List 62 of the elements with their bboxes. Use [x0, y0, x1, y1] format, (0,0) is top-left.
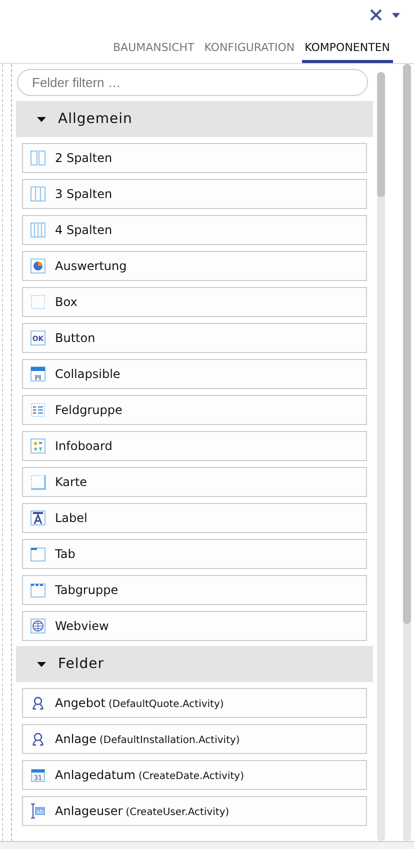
item-label: Anlage (DefaultInstallation.Activity)	[55, 732, 240, 746]
tab-icon	[30, 582, 46, 598]
item-label: 2 Spalten	[55, 151, 112, 165]
caret-icon	[37, 116, 46, 122]
component-item[interactable]: Box	[22, 287, 367, 317]
component-item[interactable]: Feldgruppe	[22, 395, 367, 425]
component-item[interactable]: 2 Spalten	[22, 143, 367, 173]
item-label: Karte	[55, 475, 88, 489]
item-label: Box	[55, 295, 78, 309]
list-icon	[30, 402, 46, 418]
item-label: 4 Spalten	[55, 223, 112, 237]
scrollbar[interactable]	[403, 64, 411, 841]
card-icon	[30, 474, 46, 490]
section-title: Felder	[58, 656, 104, 672]
component-item[interactable]: Auswertung	[22, 251, 367, 281]
item-label: Tabgruppe	[55, 583, 118, 597]
close-icon[interactable]	[370, 9, 382, 21]
item-label: Auswertung	[55, 259, 127, 273]
section-title: Allgemein	[58, 111, 132, 127]
item-label: Label	[55, 511, 88, 525]
component-item[interactable]: Tabgruppe	[22, 575, 367, 605]
collapsible-icon	[30, 366, 46, 382]
label-icon	[30, 510, 46, 526]
component-item[interactable]: Label	[22, 503, 367, 533]
filter-field[interactable]: Felder filtern …	[17, 69, 368, 96]
columns-icon	[30, 222, 46, 238]
item-label: Tab	[55, 547, 76, 561]
item-label: 3 Spalten	[55, 187, 112, 201]
person-icon	[30, 695, 46, 711]
component-item[interactable]: Tab	[22, 539, 367, 569]
columns-icon	[30, 150, 46, 166]
component-item[interactable]: Webview	[22, 611, 367, 641]
item-label: Feldgruppe	[55, 403, 122, 417]
caret-icon	[37, 662, 46, 666]
item-label: Collapsible	[55, 367, 120, 381]
person-icon	[30, 731, 46, 747]
section-header[interactable]: Felder	[16, 646, 373, 682]
item-label: Anlagedatum (CreateDate.Activity)	[55, 768, 244, 782]
tab[interactable]: KOMPONENTEN	[302, 41, 393, 63]
section-header[interactable]: Allgemein	[16, 101, 373, 137]
scrollbar[interactable]	[377, 72, 385, 841]
component-item[interactable]: 4 Spalten	[22, 215, 367, 245]
item-label: Anlageuser (CreateUser.Activity)	[55, 804, 230, 818]
item-label: Infoboard	[55, 439, 112, 453]
dashboard-icon	[30, 438, 46, 454]
component-item[interactable]: Collapsible	[22, 359, 367, 389]
box-icon	[30, 294, 46, 310]
pie-chart-icon	[30, 258, 46, 274]
item-label: Webview	[55, 619, 109, 633]
globe-icon	[30, 618, 46, 634]
columns-icon	[30, 186, 46, 202]
component-item[interactable]: Karte	[22, 467, 367, 497]
item-label: Button	[55, 331, 96, 345]
component-item[interactable]: 3 Spalten	[22, 179, 367, 209]
component-item[interactable]: Anlage (DefaultInstallation.Activity)	[22, 724, 367, 754]
component-item[interactable]: Angebot (DefaultQuote.Activity)	[22, 688, 367, 718]
item-label: Angebot (DefaultQuote.Activity)	[55, 696, 224, 710]
tab[interactable]: BAUMANSICHT	[110, 41, 198, 63]
component-item[interactable]: Infoboard	[22, 431, 367, 461]
tab-icon	[30, 546, 46, 562]
caret-icon[interactable]	[392, 12, 400, 18]
tab[interactable]: KONFIGURATION	[201, 41, 298, 63]
